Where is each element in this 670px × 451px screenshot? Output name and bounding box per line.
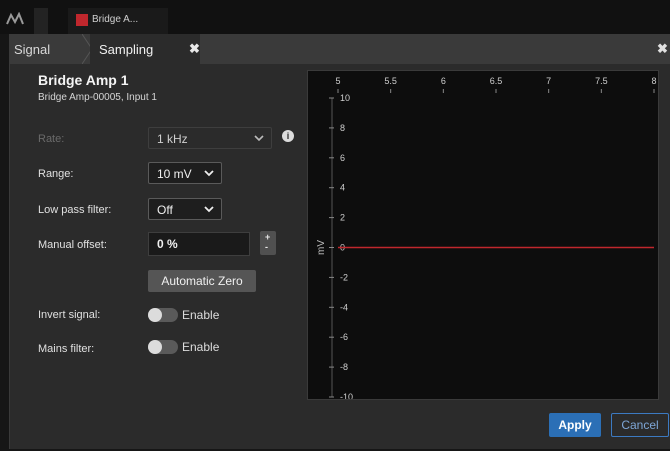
- mains-filter-toggle-label: Enable: [182, 340, 220, 354]
- x-tick-label: 7: [546, 76, 551, 86]
- invert-signal-toggle-label: Enable: [182, 308, 220, 322]
- y-tick-label: -8: [340, 362, 348, 372]
- mains-filter-toggle[interactable]: [148, 340, 178, 354]
- chevron-down-icon: [204, 170, 214, 177]
- low-pass-filter-select[interactable]: Off: [148, 198, 222, 220]
- taskbar: Bridge A...: [0, 0, 670, 34]
- device-title: Bridge Amp 1: [38, 72, 129, 88]
- increment-icon[interactable]: +: [265, 232, 270, 242]
- rate-value: 1 kHz: [157, 132, 188, 146]
- offset-stepper[interactable]: + -: [260, 231, 276, 255]
- tab-signal-label: Signal: [14, 42, 51, 57]
- low-pass-filter-label: Low pass filter:: [38, 204, 112, 216]
- y-tick-label: -2: [340, 272, 348, 282]
- rate-select: 1 kHz: [148, 127, 272, 149]
- y-tick-label: -10: [340, 392, 353, 399]
- chevron-down-icon: [254, 135, 264, 142]
- y-tick-label: 2: [340, 213, 345, 223]
- signal-preview-chart: 5 5.5 6 6.5 7 7.5 8 10 8 6 4 2 0 -2 -4 -6 -8 -10 mV: [307, 70, 659, 400]
- low-pass-filter-value: Off: [157, 203, 173, 217]
- mains-filter-label: Mains filter:: [38, 343, 95, 355]
- x-tick-label: 5: [335, 76, 340, 86]
- x-tick-label: 6.5: [490, 76, 503, 86]
- taskbar-tab-bridge-amp[interactable]: Bridge A...: [68, 8, 168, 34]
- y-tick-label: 6: [340, 153, 345, 163]
- x-tick-label: 5.5: [384, 76, 397, 86]
- range-value: 10 mV: [157, 167, 192, 181]
- apply-button[interactable]: Apply: [549, 413, 601, 437]
- toggle-knob: [148, 308, 162, 322]
- close-dialog-icon[interactable]: ✖: [657, 41, 668, 57]
- toggle-knob: [148, 340, 162, 354]
- tab-sampling-label: Sampling: [99, 42, 154, 57]
- y-tick-label: 4: [340, 183, 345, 193]
- channel-color-swatch: [76, 14, 88, 26]
- y-axis-label: mV: [316, 240, 327, 255]
- automatic-zero-button[interactable]: Automatic Zero: [148, 270, 256, 292]
- info-icon[interactable]: i: [282, 130, 294, 142]
- rate-label: Rate:: [38, 133, 65, 145]
- cancel-button[interactable]: Cancel: [611, 413, 669, 437]
- manual-offset-label: Manual offset:: [38, 239, 107, 251]
- chevron-down-icon: [204, 206, 214, 213]
- close-tab-icon[interactable]: ✖: [189, 41, 200, 57]
- tab-sampling[interactable]: Sampling ✖: [90, 34, 200, 64]
- y-tick-label: -4: [340, 302, 348, 312]
- taskbar-tab-label: Bridge A...: [92, 14, 139, 25]
- x-tick-label: 8: [651, 76, 656, 86]
- y-tick-label: 10: [340, 93, 350, 103]
- dialog-tab-bar: Signal Sampling ✖ ✖: [10, 34, 670, 64]
- range-label: Range:: [38, 168, 74, 180]
- app-logo-icon: [6, 12, 24, 25]
- channel-settings-dialog: Signal Sampling ✖ ✖ Bridge Amp 1 Bridge …: [9, 34, 670, 449]
- tab-signal[interactable]: Signal: [10, 34, 90, 64]
- chart-svg: 5 5.5 6 6.5 7 7.5 81086420-2-4-6-8-10mV: [316, 76, 657, 399]
- x-tick-label: 6: [441, 76, 446, 86]
- invert-signal-toggle[interactable]: [148, 308, 178, 322]
- taskbar-divider: [34, 8, 48, 34]
- y-tick-label: 8: [340, 123, 345, 133]
- x-tick-label: 7.5: [595, 76, 608, 86]
- range-select[interactable]: 10 mV: [148, 162, 222, 184]
- invert-signal-label: Invert signal:: [38, 309, 101, 321]
- y-tick-label: -6: [340, 332, 348, 342]
- manual-offset-input[interactable]: [148, 232, 250, 256]
- device-subtitle: Bridge Amp-00005, Input 1: [38, 92, 157, 103]
- decrement-icon[interactable]: -: [265, 242, 268, 252]
